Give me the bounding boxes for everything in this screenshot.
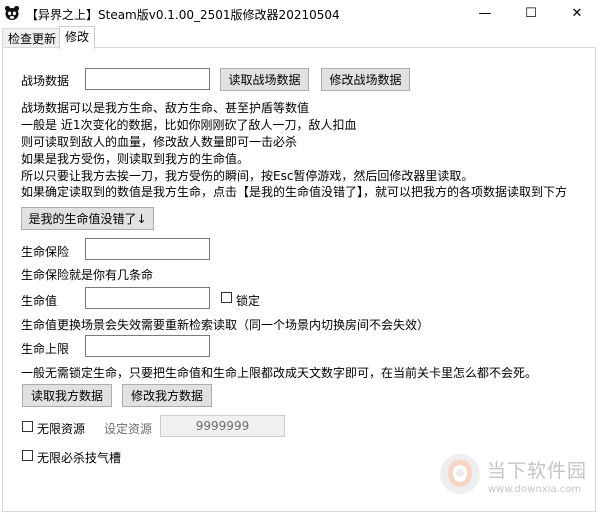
life-insurance-note: 生命保险就是你有几条命	[21, 268, 154, 282]
info-line: 所以只要让我方去挨一刀，我方受伤的瞬间，按Esc暂停游戏，然后回修改器里读取。	[21, 169, 474, 183]
info-line: 战场数据可以是我方生命、敌方生命、甚至护盾等数值	[21, 101, 310, 115]
set-resources-input[interactable]	[160, 415, 285, 437]
unlimited-resources-label: 无限资源	[37, 422, 86, 436]
close-icon: ✕	[571, 5, 583, 21]
read-our-data-button[interactable]: 读取我方数据	[22, 384, 112, 407]
hp-input[interactable]	[85, 287, 210, 309]
downxia-logo-watermark	[440, 454, 480, 494]
life-insurance-label: 生命保险	[21, 245, 70, 259]
read-battle-data-button[interactable]: 读取战场数据	[220, 68, 309, 91]
confirm-my-hp-button[interactable]: 是我的生命值没错了↓	[21, 207, 154, 230]
maximize-icon: ☐	[525, 5, 537, 21]
info-line: 则可读取到敌人的血量，修改敌人数量即可一击必杀	[21, 135, 298, 149]
tab-check-update[interactable]: 检查更新	[2, 28, 63, 48]
set-resources-label: 设定资源	[104, 422, 153, 436]
modify-our-data-button[interactable]: 修改我方数据	[122, 384, 212, 407]
hp-lock-label: 锁定	[236, 294, 261, 308]
panda-app-icon	[4, 5, 20, 20]
hp-note: 生命值更换场景会失效需要重新检索读取（同一个场景内切换房间不会失效）	[21, 318, 430, 332]
minimize-button[interactable]: —	[462, 0, 508, 26]
watermark-url: www.downxia.com	[488, 484, 582, 495]
minimize-icon: —	[478, 5, 492, 21]
watermark-name: 当下软件园	[487, 460, 588, 482]
battle-data-input[interactable]	[85, 68, 210, 90]
hp-max-label: 生命上限	[21, 342, 70, 356]
hp-max-note: 一般无需锁定生命，只要把生命值和生命上限都改成天文数字即可，在当前关卡里怎么都不…	[21, 366, 538, 380]
battle-data-label: 战场数据	[21, 74, 70, 88]
unlimited-ultimate-label: 无限必杀技气槽	[37, 451, 122, 465]
modify-battle-data-button[interactable]: 修改战场数据	[321, 68, 410, 91]
unlimited-ultimate-checkbox[interactable]	[22, 450, 33, 461]
tab-modify[interactable]: 修改	[59, 26, 96, 49]
hp-max-input[interactable]	[85, 335, 210, 357]
maximize-button[interactable]: ☐	[508, 0, 554, 26]
title-bar: 【异界之上】Steam版v0.1.00_2501版修改器20210504 — ☐…	[0, 0, 600, 26]
tab-strip: 检查更新 修改	[0, 26, 600, 49]
close-button[interactable]: ✕	[554, 0, 600, 26]
window-title: 【异界之上】Steam版v0.1.00_2501版修改器20210504	[26, 8, 340, 22]
unlimited-resources-checkbox[interactable]	[22, 421, 33, 432]
life-insurance-input[interactable]	[85, 238, 210, 260]
info-line: 一般是 近1次变化的数据，比如你刚刚砍了敌人一刀，敌人扣血	[21, 118, 357, 132]
hp-label: 生命值	[21, 294, 58, 308]
hp-lock-checkbox[interactable]	[221, 292, 232, 303]
info-line: 如果是我方受伤，则读取到我方的生命值。	[21, 152, 250, 166]
info-line: 如果确定读取到的数值是我方生命，点击【是我的生命值没错了】，就可以把我方的各项数…	[21, 185, 568, 199]
